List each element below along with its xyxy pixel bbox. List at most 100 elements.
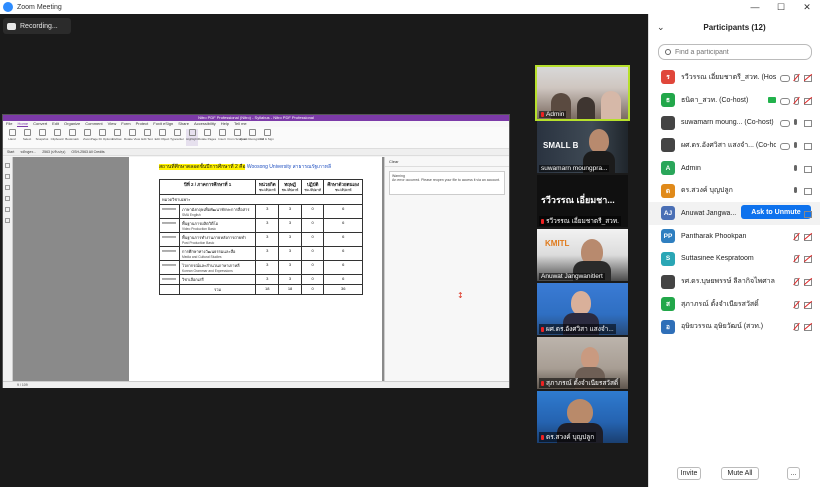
video-tile-admin[interactable]: Admin bbox=[535, 65, 630, 121]
page-thumbnail-icon[interactable] bbox=[5, 174, 10, 179]
participant-row[interactable]: ธ ธนิดา_สวท. (Co-host) bbox=[649, 89, 820, 112]
avatar bbox=[661, 274, 675, 289]
ribbon-tool[interactable]: Quick Recognition bbox=[240, 129, 264, 146]
participant-name: รวีวรรณ เอี่ยมชาตรี_สวท. (Host, me) bbox=[681, 73, 776, 81]
table-row: xxxxxxx การศึกษาทางวัฒนธรรมและสื่อ Media a… bbox=[159, 246, 363, 261]
video-tile-rawiwan[interactable]: รวีวรรณ เอี่ยมชา... รวีวรรณ เอี่ยมชาตรี_… bbox=[537, 175, 628, 227]
video-tile-anuwat[interactable]: KMITL Anuwat Jangwanitlert bbox=[537, 229, 628, 281]
ribbon-tool[interactable]: Insert bbox=[216, 129, 228, 146]
pdf-menu-item[interactable]: View bbox=[108, 121, 117, 127]
video-tile-suwamarn[interactable]: SMALL B suwamarn moungpra... bbox=[537, 121, 628, 173]
invite-button[interactable]: Invite bbox=[677, 466, 701, 480]
header-label: หน่วยกิต bbox=[258, 182, 276, 187]
participant-row[interactable]: อ อุษิยวรรณ อุษิยวัฒน์ (สวท.) bbox=[649, 316, 820, 339]
participant-row[interactable]: AJ Anuwat Jangwa... Ask to Unmute bbox=[649, 202, 820, 225]
pdf-menu-item[interactable]: Home bbox=[17, 121, 29, 127]
participant-row[interactable]: ผศ.ดร.อังศวิสา แสงจำ... (Co-host) bbox=[649, 134, 820, 157]
video-tile-suphaphorn[interactable]: สุภาภรณ์ ตั้งจำเนียรสวัสดิ์ bbox=[537, 337, 628, 389]
tool-label: Fill & Sign bbox=[260, 137, 274, 141]
recording-cloud-icon bbox=[780, 74, 790, 82]
ribbon-tool[interactable]: Bookmark bbox=[65, 129, 79, 146]
ribbon-tool[interactable]: Page Fit Options bbox=[91, 129, 113, 146]
pdf-document-tab[interactable]: OSH-2563 All Credits bbox=[71, 149, 104, 155]
pdf-ribbon: Hand Select Snapshot Clipboard Bookmark Zoom P… bbox=[3, 127, 509, 149]
pdf-menu-item[interactable]: Foxit eSign bbox=[153, 121, 173, 127]
search-input[interactable] bbox=[675, 48, 805, 56]
heading-prefix: สถานที่ศึกษาตลอดชั้นปีการศึกษาที่ 2 คือ bbox=[159, 164, 246, 170]
course-name-en: SMA English bbox=[181, 213, 201, 217]
ribbon-tool[interactable]: Edit Object bbox=[154, 129, 170, 146]
more-options-button[interactable]: ... bbox=[787, 466, 800, 480]
pdf-menu-item[interactable]: Share bbox=[178, 121, 189, 127]
participant-row[interactable]: รศ.ดร.บุษยพรรษ์ ลีลากิจไพศาล bbox=[649, 270, 820, 293]
layers-icon[interactable] bbox=[5, 185, 10, 190]
tool-label: Select bbox=[22, 137, 32, 141]
shared-screen[interactable]: Nitro PDF Professional (Nitro) - Syllabu… bbox=[2, 114, 510, 388]
ribbon-tool[interactable]: Clipboard bbox=[51, 129, 63, 146]
ask-to-unmute-button[interactable]: Ask to Unmute bbox=[741, 205, 811, 220]
participant-search[interactable] bbox=[658, 44, 812, 60]
participant-row[interactable]: S Suttasinee Kespratoom bbox=[649, 248, 820, 271]
mic-muted-icon bbox=[541, 111, 544, 117]
table-cell: 3 bbox=[255, 204, 280, 219]
bookmark-icon[interactable] bbox=[5, 163, 10, 168]
tool-label: Edit Object bbox=[154, 137, 170, 141]
table-cell: xxxxxxx bbox=[159, 246, 180, 261]
tool-label: Bookmark bbox=[65, 137, 79, 141]
recording-indicator[interactable]: Recording... bbox=[3, 18, 71, 34]
video-tile-sawong[interactable]: ดร.สวงค์ บุญปลูก bbox=[537, 391, 628, 443]
pdf-menu-item[interactable]: Help bbox=[221, 121, 229, 127]
participant-name: suwamarn moung... (Co-host) bbox=[681, 119, 774, 127]
display-name-text: รวีวรรณ เอี่ยมชา... bbox=[541, 195, 615, 205]
avatar: S bbox=[661, 251, 675, 266]
maximize-button[interactable]: ☐ bbox=[768, 0, 794, 14]
pdf-document-tab[interactable]: หลักสูตร... bbox=[20, 149, 36, 155]
participants-panel: ⌄ Participants (12) ร รวีวรรณ เอี่ยมชาตรี… bbox=[648, 14, 820, 487]
ribbon-tool[interactable]: Highlight bbox=[186, 129, 198, 146]
chevron-down-icon[interactable]: ⌄ bbox=[657, 22, 669, 33]
ribbon-tool[interactable]: Fill & Sign bbox=[260, 129, 274, 146]
pdf-document-tab[interactable]: 2563 (ปรับปรุง) bbox=[42, 149, 65, 155]
ribbon-tool[interactable]: Reflow bbox=[111, 129, 123, 146]
pdf-menu-item[interactable]: Convert bbox=[33, 121, 47, 127]
ribbon-tool[interactable]: Rotate View bbox=[124, 129, 140, 146]
participant-row[interactable]: ส สุภาภรณ์ ตั้งจำเนียรสวัสดิ์ bbox=[649, 293, 820, 316]
pdf-menu-item[interactable]: File bbox=[6, 121, 12, 127]
close-button[interactable]: ✕ bbox=[794, 0, 820, 14]
pdf-document-tab[interactable]: Start bbox=[7, 149, 14, 155]
table-cell: 3 bbox=[255, 274, 280, 285]
annotation-cursor-icon: ↕ bbox=[457, 291, 464, 300]
pdf-menu-item[interactable]: Form bbox=[121, 121, 130, 127]
ribbon-tool[interactable]: Typewriter bbox=[170, 129, 184, 146]
video-tile-angsawisa[interactable]: ผศ.ดร.อังศวิสา แสงจำ... bbox=[537, 283, 628, 335]
participant-row[interactable]: PP Pantharak Phookpan bbox=[649, 225, 820, 248]
attachment-icon[interactable] bbox=[5, 196, 10, 201]
signature-icon[interactable] bbox=[5, 207, 10, 212]
table-cell: 6 bbox=[323, 260, 363, 275]
participant-row[interactable]: ร รวีวรรณ เอี่ยมชาตรี_สวท. (Host, me) bbox=[649, 66, 820, 89]
ribbon-tool[interactable]: Edit Text bbox=[141, 129, 153, 146]
participant-row[interactable]: suwamarn moung... (Co-host) bbox=[649, 111, 820, 134]
ribbon-tool[interactable]: Snapshot bbox=[36, 129, 48, 146]
screen-share-icon bbox=[768, 96, 776, 103]
course-name-th: พื้นฐานการทำงานภายหลังการถ่ายทำ bbox=[181, 235, 247, 240]
pdf-menu-item[interactable]: Protect bbox=[136, 121, 149, 127]
pdf-menu-item[interactable]: Edit bbox=[52, 121, 59, 127]
pdf-menu-item[interactable]: Organize bbox=[64, 121, 80, 127]
comment-icon[interactable] bbox=[5, 218, 10, 223]
ribbon-tool[interactable]: Rotate Pages bbox=[198, 129, 216, 146]
ribbon-tool[interactable]: Hand bbox=[6, 129, 18, 146]
table-cell: xxxxxxx bbox=[159, 232, 180, 247]
pdf-menu-item[interactable]: Tell me bbox=[234, 121, 247, 127]
avatar: AJ bbox=[661, 206, 675, 221]
pdf-menu-item[interactable]: Comment bbox=[85, 121, 102, 127]
comments-header[interactable]: Clear bbox=[385, 157, 509, 167]
tool-icon bbox=[263, 129, 271, 136]
minimize-button[interactable]: — bbox=[742, 0, 768, 14]
participant-row[interactable]: ด ดร.สวงค์ บุญปลูก bbox=[649, 179, 820, 202]
pdf-menu-item[interactable]: Accessibility bbox=[194, 121, 216, 127]
participant-row[interactable]: A Admin bbox=[649, 157, 820, 180]
table-cell: 0 bbox=[300, 274, 325, 285]
mute-all-button[interactable]: Mute All bbox=[721, 466, 759, 480]
ribbon-tool[interactable]: Select bbox=[21, 129, 33, 146]
